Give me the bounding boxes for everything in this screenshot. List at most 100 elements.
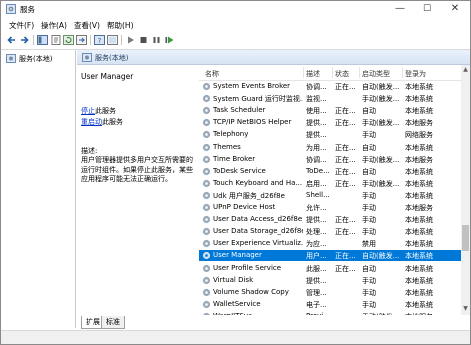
table-row[interactable]: User Profile Service 此服... 正在... 自动 本地系统 bbox=[199, 263, 461, 274]
column-header-description[interactable]: 描述 bbox=[306, 69, 320, 79]
toolbar: ? bbox=[1, 33, 470, 47]
table-row[interactable]: Themes 为用... 正在... 自动 本地系统 bbox=[199, 142, 461, 153]
cell-logon: 本地服务 bbox=[405, 155, 433, 164]
services-node-icon bbox=[6, 54, 16, 63]
menu-view[interactable]: 查看(V) bbox=[74, 20, 100, 31]
cell-name: System Guard 运行时监视... bbox=[213, 95, 303, 104]
cell-status: 正在... bbox=[335, 216, 356, 225]
table-row[interactable]: WarpJITSvcProvi... 手动(触发...本地服务 bbox=[199, 311, 461, 315]
service-gear-icon bbox=[202, 155, 211, 163]
cell-logon: 本地系统 bbox=[405, 300, 433, 309]
table-row[interactable]: User Experience Virtualiz... 为应... 禁用 本地系统 bbox=[199, 238, 461, 249]
column-divider bbox=[402, 67, 403, 78]
stop-service-link[interactable]: 停止 bbox=[81, 107, 95, 115]
pane-header-label: 服务(本地) bbox=[95, 54, 129, 62]
table-row[interactable]: Udk 用户服务_d26f8e Shell... 手动 本地系统 bbox=[199, 190, 461, 201]
column-header-status[interactable]: 状态 bbox=[335, 69, 349, 79]
cell-startup: 手动 bbox=[362, 191, 376, 200]
table-row[interactable]: WalletService 电子... 手动 本地系统 bbox=[199, 299, 461, 310]
table-row[interactable]: TCP/IP NetBIOS Helper 提供... 正在... 手动(触发... 本… bbox=[199, 117, 461, 128]
cell-name: User Profile Service bbox=[213, 263, 282, 272]
table-row[interactable]: Volume Shadow Copy 管理... 手动 本地系统 bbox=[199, 287, 461, 298]
cell-name: UPnP Device Host bbox=[213, 203, 276, 211]
table-row[interactable]: ToDesk Service ToDe... 正在... 自动 本地系统 bbox=[199, 166, 461, 177]
cell-startup: 手动 bbox=[362, 216, 376, 225]
refresh-icon[interactable] bbox=[63, 35, 74, 45]
title-bar[interactable]: 服务 — ☐ ✕ bbox=[1, 1, 470, 17]
close-button[interactable]: ✕ bbox=[442, 2, 468, 16]
minimize-button[interactable]: — bbox=[387, 2, 413, 16]
menu-file[interactable]: 文件(F) bbox=[9, 20, 34, 31]
service-gear-icon bbox=[202, 119, 211, 127]
cell-description: 管理... bbox=[306, 288, 327, 297]
table-row[interactable]: Virtual Disk 提供... 手动 本地系统 bbox=[199, 275, 461, 286]
column-divider bbox=[303, 67, 304, 78]
cell-description: 为用... bbox=[306, 143, 327, 152]
scroll-down-arrow-icon[interactable]: ▼ bbox=[462, 305, 469, 313]
cell-name: TCP/IP NetBIOS Helper bbox=[213, 118, 292, 127]
cell-description: 监视... bbox=[306, 95, 327, 104]
table-row[interactable]: Telephony 提供... 手动 网络服务 bbox=[199, 129, 461, 140]
tree-node-services-local[interactable]: 服务(本地) bbox=[6, 53, 72, 64]
table-row[interactable]: Time Broker 协调... 正在... 手动(触发... 本地服务 bbox=[199, 154, 461, 165]
table-row[interactable]: System Guard 运行时监视... 监视... 手动(触发... 本地系统 bbox=[199, 93, 461, 104]
cell-startup: 自动 bbox=[362, 143, 376, 152]
table-row[interactable]: UPnP Device Host 允许... 手动 本地服务 bbox=[199, 202, 461, 213]
table-row[interactable]: Task Scheduler 使用... 正在... 自动 本地系统 bbox=[199, 105, 461, 116]
service-gear-icon bbox=[202, 240, 211, 248]
restart-service-link[interactable]: 重启动 bbox=[81, 118, 102, 126]
cell-logon: 本地系统 bbox=[405, 276, 433, 285]
table-row[interactable]: User Data Storage_d26f8e 处理... 正在... 手动 本地系统 bbox=[199, 226, 461, 237]
service-gear-icon bbox=[202, 215, 211, 224]
menu-help[interactable]: 帮助(H) bbox=[107, 20, 134, 31]
restart-icon[interactable] bbox=[164, 35, 175, 45]
cell-startup: 手动 bbox=[362, 131, 376, 140]
stop-link-suffix: 此服务 bbox=[95, 107, 116, 115]
cell-status: 正在... bbox=[335, 264, 356, 273]
cell-startup: 手动 bbox=[362, 300, 376, 309]
cell-status: 正在... bbox=[335, 83, 356, 91]
tab-standard[interactable]: 标准 bbox=[101, 316, 125, 329]
cell-logon: 本地服务 bbox=[405, 119, 433, 128]
column-divider bbox=[332, 67, 333, 78]
cell-logon: 本地系统 bbox=[405, 83, 433, 91]
cell-description: 用户... bbox=[306, 252, 327, 261]
column-header-log-on-as[interactable]: 登录为 bbox=[405, 69, 426, 79]
cell-description: 协调... bbox=[306, 155, 327, 164]
list-header: 名称 描述 状态 启动类型 登录为 bbox=[199, 65, 461, 81]
table-row[interactable]: User Manager 用户... 正在... 自动(触发... 本地系统 bbox=[199, 250, 461, 262]
scrollbar-thumb[interactable] bbox=[462, 225, 469, 251]
menu-action[interactable]: 操作(A) bbox=[41, 20, 67, 31]
column-header-startup-type[interactable]: 启动类型 bbox=[362, 69, 390, 79]
cell-logon: 本地系统 bbox=[405, 143, 433, 152]
back-arrow-icon[interactable] bbox=[6, 35, 17, 45]
export-icon[interactable] bbox=[76, 35, 87, 45]
table-row[interactable]: User Data Access_d26f8e 提供... 正在... 手动 本地系统 bbox=[199, 214, 461, 225]
cell-name: Udk 用户服务_d26f8e bbox=[213, 191, 285, 200]
table-row[interactable]: Touch Keyboard and Ha... 启用... 正在... 手动(触发.… bbox=[199, 178, 461, 189]
scroll-up-arrow-icon[interactable]: ▲ bbox=[462, 66, 469, 74]
cell-name: Themes bbox=[213, 142, 241, 151]
service-gear-icon bbox=[202, 167, 211, 175]
menu-bar: 文件(F) 操作(A) 查看(V) 帮助(H) bbox=[1, 19, 470, 31]
help-icon[interactable]: ? bbox=[94, 35, 105, 45]
pause-icon[interactable] bbox=[151, 35, 162, 45]
cell-logon: 本地系统 bbox=[405, 288, 433, 297]
cell-status: 正在... bbox=[335, 107, 356, 116]
cell-name: WarpJITSvc bbox=[213, 312, 303, 315]
play-icon[interactable] bbox=[125, 35, 136, 45]
description-label: 描述: bbox=[81, 147, 98, 155]
forward-arrow-icon[interactable] bbox=[19, 35, 30, 45]
console-tree-icon[interactable] bbox=[37, 35, 48, 45]
maximize-button[interactable]: ☐ bbox=[414, 2, 440, 16]
service-gear-icon bbox=[202, 264, 211, 272]
toolbar-separator bbox=[90, 35, 91, 45]
column-header-name[interactable]: 名称 bbox=[205, 69, 219, 79]
help-book-icon[interactable] bbox=[107, 35, 118, 45]
properties-icon[interactable] bbox=[51, 35, 62, 45]
table-row[interactable]: System Events Broker 协调... 正在... 自动(触发... 本地… bbox=[199, 81, 461, 92]
stop-icon[interactable] bbox=[138, 35, 149, 45]
cell-description: 处理... bbox=[306, 228, 327, 237]
cell-logon: 本地系统 bbox=[405, 191, 433, 200]
vertical-scrollbar[interactable]: ▲ ▼ bbox=[461, 65, 470, 315]
